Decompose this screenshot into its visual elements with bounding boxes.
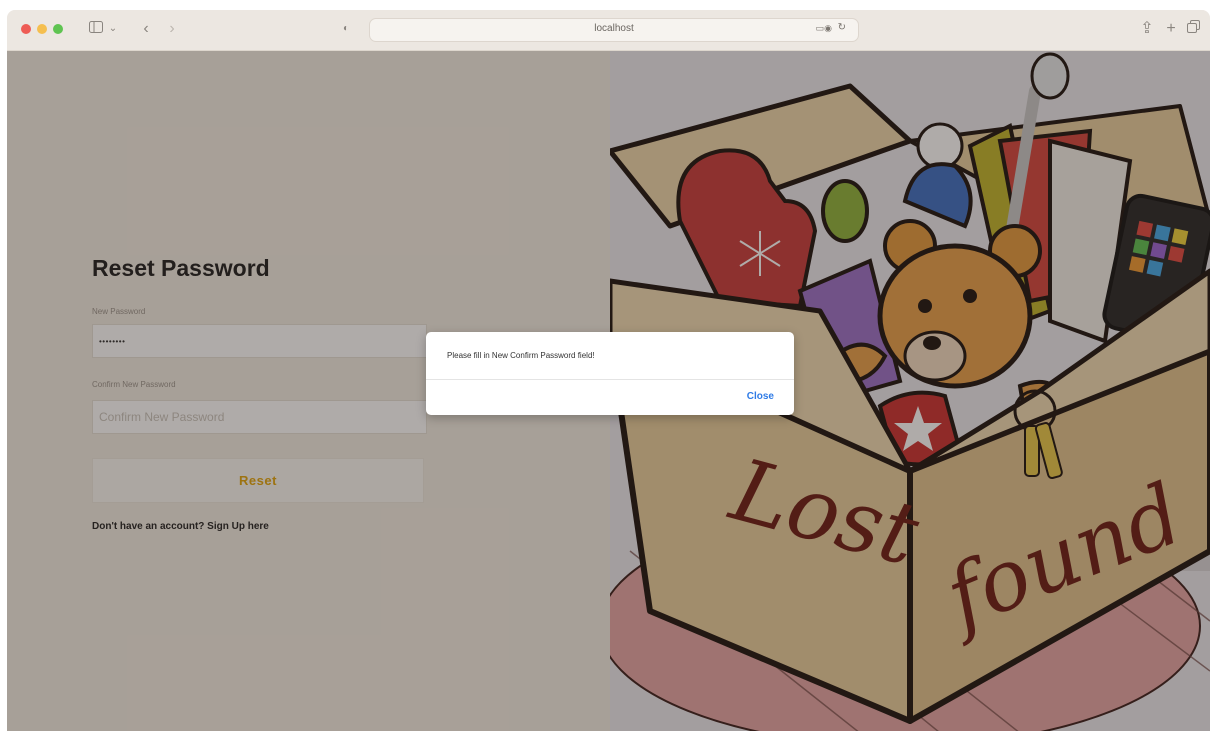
new-tab-icon[interactable]: + — [1163, 19, 1179, 39]
reload-icon[interactable]: ↻ — [838, 22, 846, 33]
alert-dialog: Please fill in New Confirm Password fiel… — [426, 332, 794, 415]
close-button[interactable]: Close — [747, 391, 774, 402]
minimize-window-button[interactable] — [37, 24, 47, 34]
back-icon[interactable]: ‹ — [139, 19, 153, 39]
reader-icon[interactable]: ▭◉ — [816, 23, 832, 34]
chevron-down-icon[interactable]: ⌄ — [107, 19, 119, 39]
alert-message: Please fill in New Confirm Password fiel… — [447, 351, 595, 360]
share-icon[interactable]: ⇪ — [1139, 19, 1155, 39]
forward-icon[interactable]: › — [165, 19, 179, 39]
zoom-window-button[interactable] — [53, 24, 63, 34]
tab-overview-icon[interactable] — [1185, 19, 1201, 39]
close-window-button[interactable] — [21, 24, 31, 34]
url-text: localhost — [594, 23, 634, 34]
browser-toolbar: ⌄ ‹ › ◐ localhost ▭◉ ↻ ⇪ + — [7, 10, 1210, 51]
dialog-divider — [426, 379, 794, 380]
browser-window: ⌄ ‹ › ◐ localhost ▭◉ ↻ ⇪ + Reset Passwor… — [7, 10, 1210, 731]
address-bar[interactable]: localhost ▭◉ ↻ — [369, 18, 859, 42]
sidebar-icon[interactable] — [87, 19, 105, 39]
privacy-shield-icon[interactable]: ◐ — [339, 19, 353, 39]
page-content: Reset Password New Password Confirm New … — [7, 51, 1210, 731]
